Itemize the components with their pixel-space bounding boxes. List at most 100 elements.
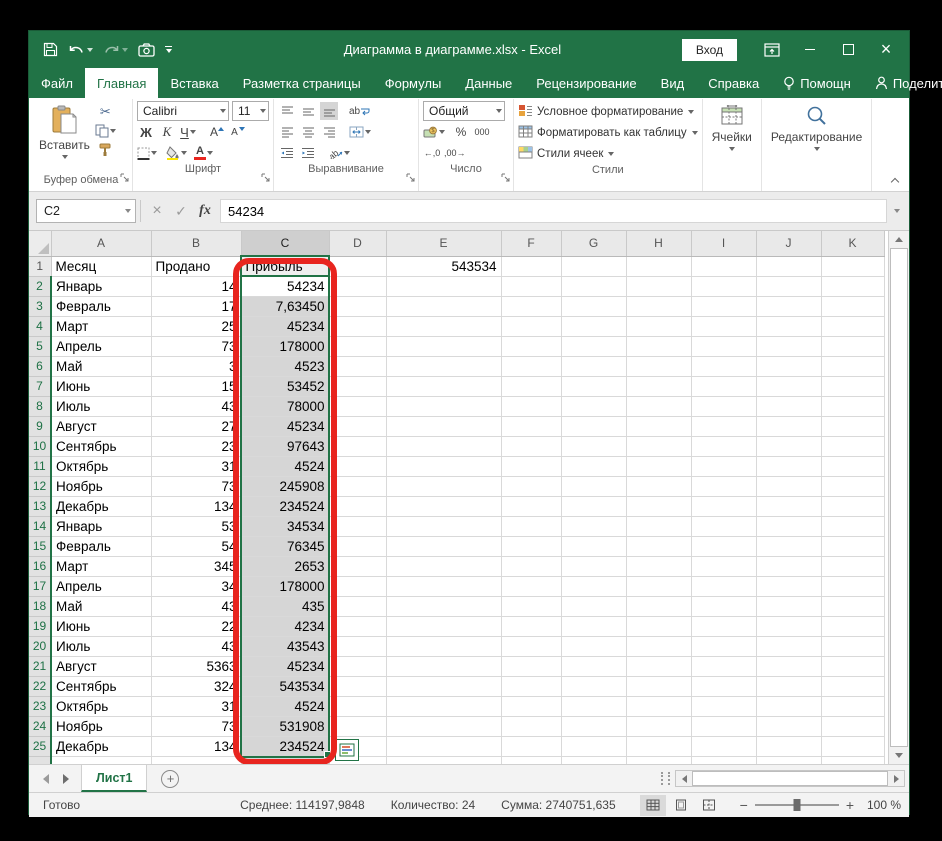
cell-I5[interactable]	[691, 336, 757, 357]
cell-H26[interactable]	[626, 756, 692, 764]
cell-H4[interactable]	[626, 316, 692, 337]
cancel-icon[interactable]: ×	[145, 199, 169, 223]
cell-I2[interactable]	[691, 276, 757, 297]
row-header-4[interactable]: 4	[29, 316, 52, 337]
column-header-B[interactable]: B	[151, 231, 242, 257]
cell-K13[interactable]	[821, 496, 885, 517]
cell-E11[interactable]	[386, 456, 502, 477]
cell-F10[interactable]	[501, 436, 562, 457]
expand-formula-bar-icon[interactable]	[887, 209, 905, 213]
cell-H5[interactable]	[626, 336, 692, 357]
cell-G6[interactable]	[561, 356, 627, 377]
cell-E21[interactable]	[386, 656, 502, 677]
cell-C7[interactable]: 53452	[241, 376, 330, 397]
cell-F3[interactable]	[501, 296, 562, 317]
cell-H14[interactable]	[626, 516, 692, 537]
cell-C15[interactable]: 76345	[241, 536, 330, 557]
cell-H6[interactable]	[626, 356, 692, 377]
cell-G7[interactable]	[561, 376, 627, 397]
vertical-scroll-thumb[interactable]	[890, 248, 908, 747]
quick-analysis-button[interactable]	[335, 739, 359, 761]
cell-A7[interactable]: Июнь	[51, 376, 152, 397]
paste-button[interactable]: Вставить	[34, 101, 95, 174]
row-header-13[interactable]: 13	[29, 496, 52, 517]
cell-E24[interactable]	[386, 716, 502, 737]
sheet-prev-icon[interactable]	[43, 773, 49, 784]
conditional-formatting-button[interactable]: Условное форматирование	[518, 102, 698, 122]
cell-D1[interactable]	[329, 256, 387, 277]
cell-D10[interactable]	[329, 436, 387, 457]
cell-B18[interactable]: 43	[151, 596, 242, 617]
row-header-11[interactable]: 11	[29, 456, 52, 477]
tab-file[interactable]: Файл	[29, 68, 85, 98]
cell-E12[interactable]	[386, 476, 502, 497]
cell-I7[interactable]	[691, 376, 757, 397]
cell-B1[interactable]: Продано	[151, 256, 242, 277]
cell-C17[interactable]: 178000	[241, 576, 330, 597]
cell-E19[interactable]	[386, 616, 502, 637]
cell-G17[interactable]	[561, 576, 627, 597]
font-color-icon[interactable]: А	[194, 144, 213, 162]
cell-E22[interactable]	[386, 676, 502, 697]
column-header-K[interactable]: K	[821, 231, 885, 257]
cell-J15[interactable]	[756, 536, 822, 557]
font-name-combo[interactable]: Calibri	[137, 101, 229, 121]
tab-assistant[interactable]: Помощн	[771, 68, 863, 98]
cell-D18[interactable]	[329, 596, 387, 617]
cell-F21[interactable]	[501, 656, 562, 677]
cell-I9[interactable]	[691, 416, 757, 437]
cell-K14[interactable]	[821, 516, 885, 537]
cell-D4[interactable]	[329, 316, 387, 337]
cell-E17[interactable]	[386, 576, 502, 597]
cell-D13[interactable]	[329, 496, 387, 517]
cell-I20[interactable]	[691, 636, 757, 657]
cell-B2[interactable]: 14	[151, 276, 242, 297]
cell-G3[interactable]	[561, 296, 627, 317]
enter-check-icon[interactable]: ✓	[169, 199, 193, 223]
cell-C18[interactable]: 435	[241, 596, 330, 617]
cell-I16[interactable]	[691, 556, 757, 577]
cell-styles-button[interactable]: Стили ячеек	[518, 144, 698, 164]
tab-view[interactable]: Вид	[649, 68, 697, 98]
row-header-14[interactable]: 14	[29, 516, 52, 537]
cell-B9[interactable]: 27	[151, 416, 242, 437]
cell-B7[interactable]: 15	[151, 376, 242, 397]
row-header-1[interactable]: 1	[29, 256, 52, 277]
cell-H10[interactable]	[626, 436, 692, 457]
grow-font-button[interactable]: А	[208, 123, 226, 141]
cell-A5[interactable]: Апрель	[51, 336, 152, 357]
cell-E5[interactable]	[386, 336, 502, 357]
cell-J18[interactable]	[756, 596, 822, 617]
cell-E2[interactable]	[386, 276, 502, 297]
cell-B21[interactable]: 5363	[151, 656, 242, 677]
cell-G23[interactable]	[561, 696, 627, 717]
formula-input[interactable]: 54234	[220, 199, 887, 223]
cell-F15[interactable]	[501, 536, 562, 557]
cell-I10[interactable]	[691, 436, 757, 457]
undo-icon[interactable]	[68, 43, 93, 57]
horizontal-scroll-thumb[interactable]	[692, 771, 888, 786]
cell-G1[interactable]	[561, 256, 627, 277]
column-header-C[interactable]: C	[241, 231, 330, 257]
cell-D14[interactable]	[329, 516, 387, 537]
number-format-combo[interactable]: Общий	[423, 101, 505, 121]
cell-F17[interactable]	[501, 576, 562, 597]
cell-B13[interactable]: 134	[151, 496, 242, 517]
cell-C14[interactable]: 34534	[241, 516, 330, 537]
cell-I14[interactable]	[691, 516, 757, 537]
cell-B12[interactable]: 73	[151, 476, 242, 497]
cell-K10[interactable]	[821, 436, 885, 457]
align-middle-icon[interactable]	[299, 102, 317, 120]
cell-G19[interactable]	[561, 616, 627, 637]
column-header-G[interactable]: G	[561, 231, 627, 257]
cell-D21[interactable]	[329, 656, 387, 677]
cell-E15[interactable]	[386, 536, 502, 557]
cell-J10[interactable]	[756, 436, 822, 457]
select-all-corner[interactable]	[29, 231, 52, 257]
cell-D16[interactable]	[329, 556, 387, 577]
increase-indent-icon[interactable]	[299, 144, 317, 162]
cell-J17[interactable]	[756, 576, 822, 597]
cell-F9[interactable]	[501, 416, 562, 437]
cell-H7[interactable]	[626, 376, 692, 397]
cell-B3[interactable]: 17	[151, 296, 242, 317]
